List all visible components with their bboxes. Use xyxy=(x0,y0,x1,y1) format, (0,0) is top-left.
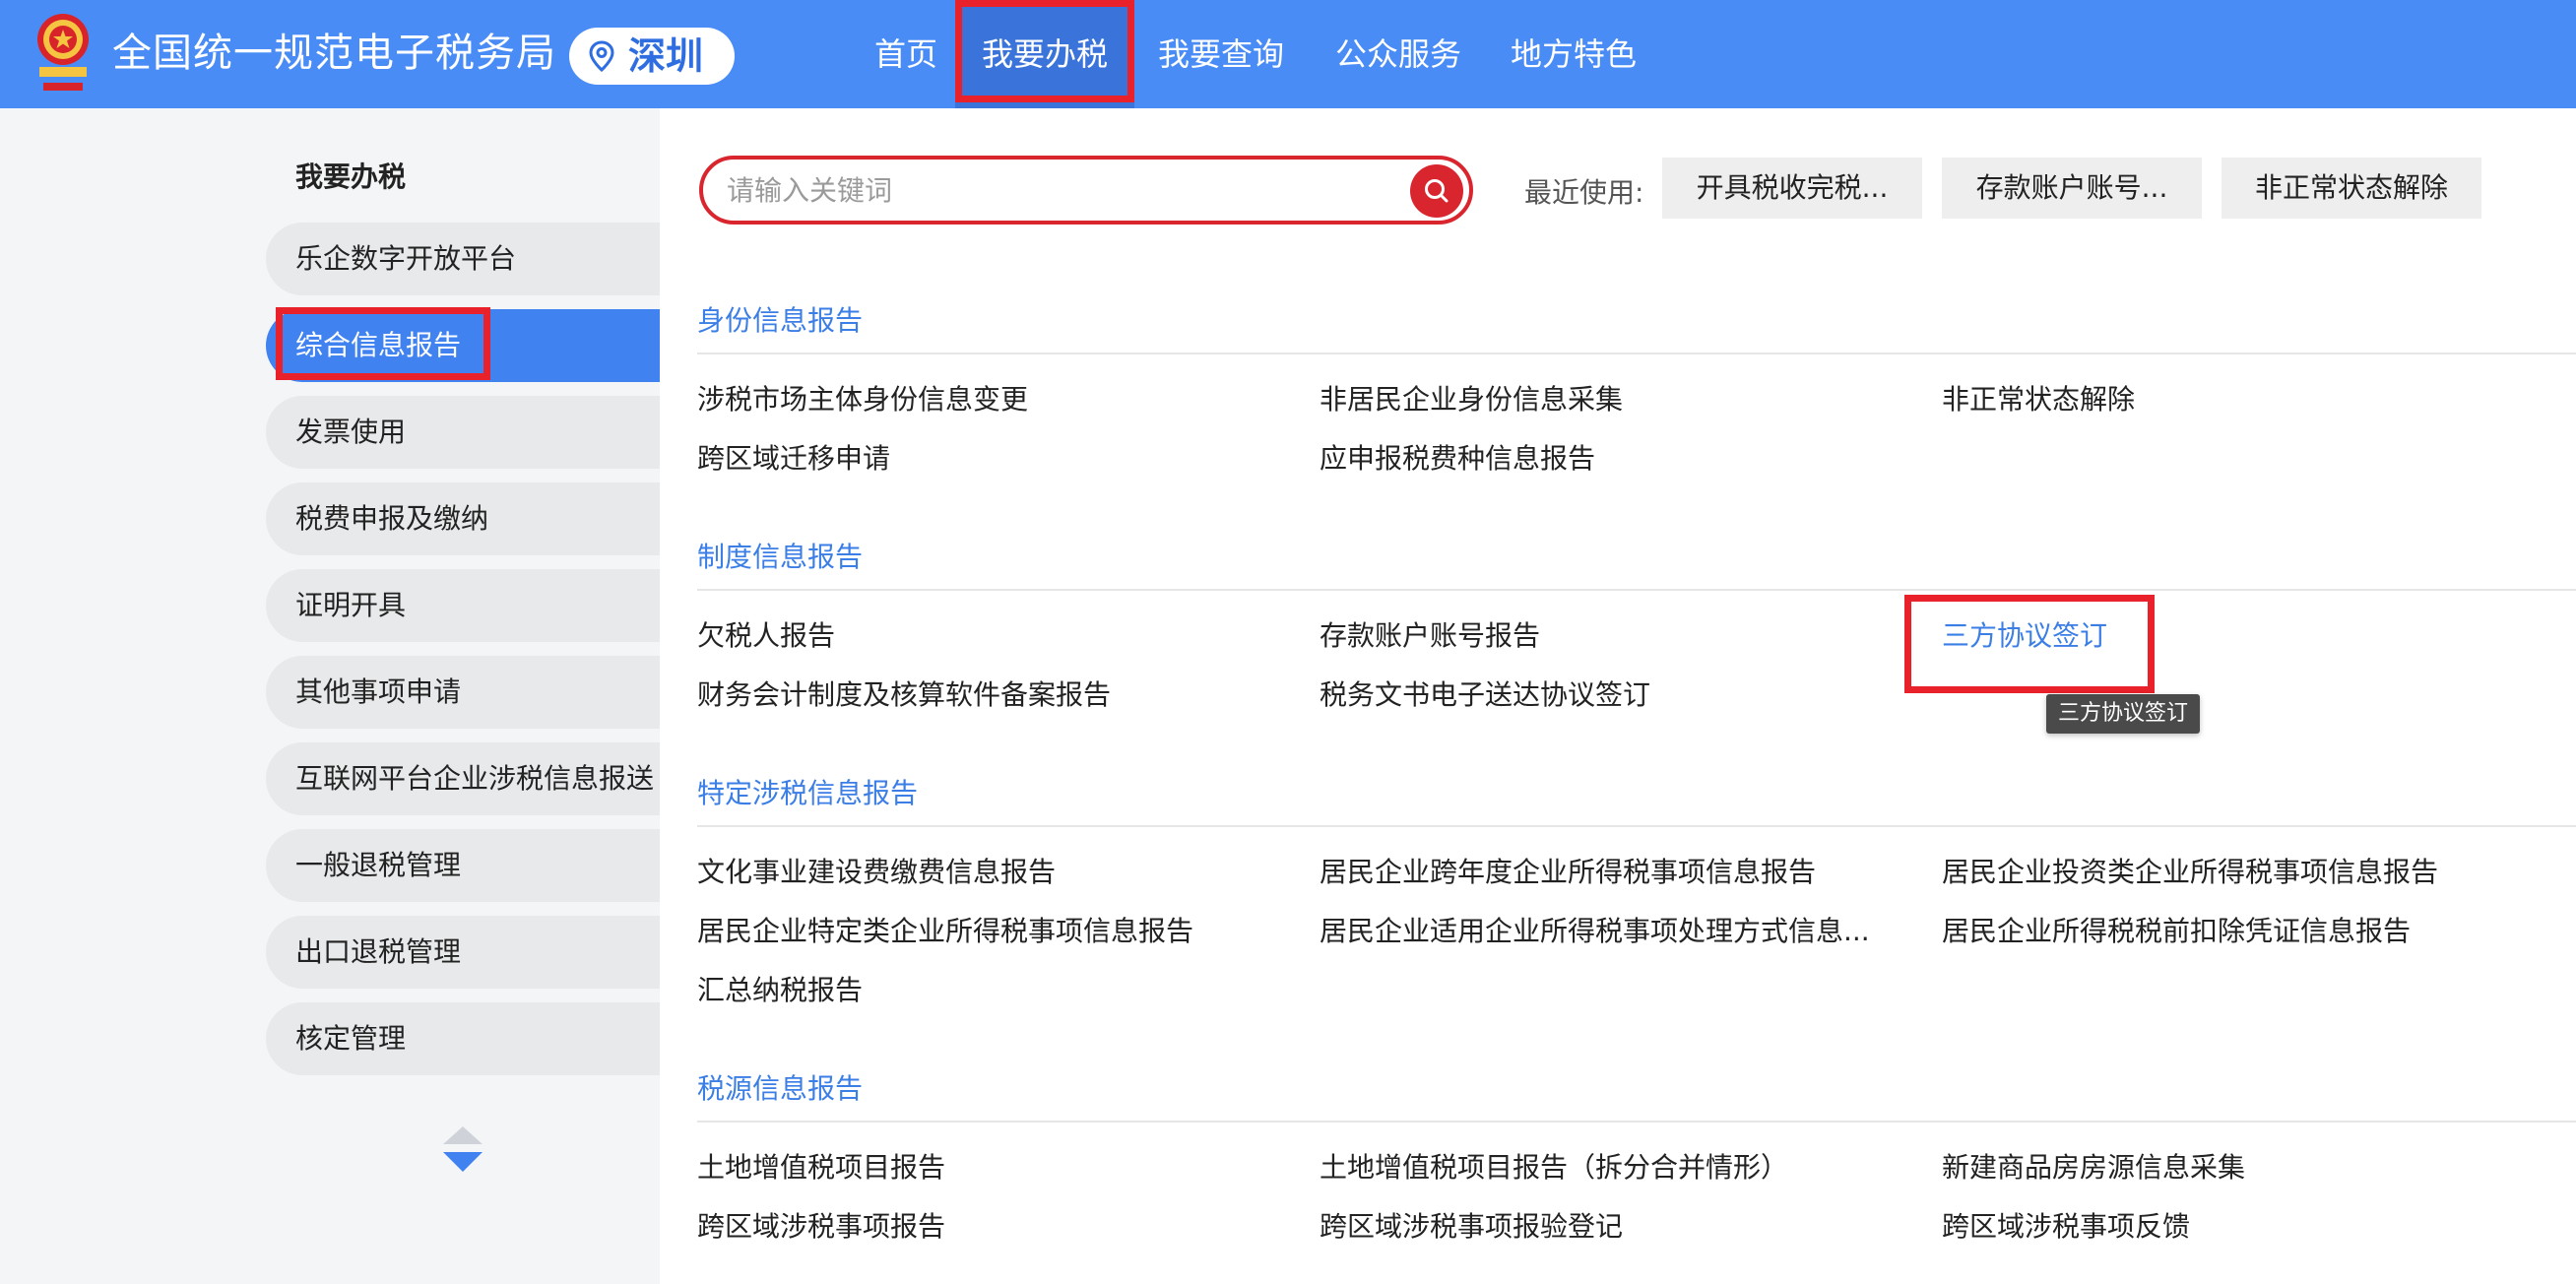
link-nonresident-identity[interactable]: 非居民企业身份信息采集 xyxy=(1320,380,1623,419)
link-cross-region-feedback[interactable]: 跨区域涉税事项反馈 xyxy=(1942,1207,2190,1247)
section-title-specific: 特定涉税信息报告 xyxy=(697,777,919,809)
link-land-vat-project[interactable]: 土地增值税项目报告 xyxy=(697,1148,945,1188)
section-divider xyxy=(697,825,2576,827)
link-cross-year-cit[interactable]: 居民企业跨年度企业所得税事项信息报告 xyxy=(1320,853,1816,892)
section-divider xyxy=(697,1121,2576,1123)
recent-label: 最近使用: xyxy=(1524,176,1644,209)
nav-query[interactable]: 我要查询 xyxy=(1148,0,1294,108)
search-icon xyxy=(1425,179,1449,203)
link-cross-region-migration[interactable]: 跨区域迁移申请 xyxy=(697,439,890,479)
recent-item-tax-certificate[interactable]: 开具税收完税... xyxy=(1662,158,1922,219)
sidebar-item-invoice-use[interactable]: 发票使用 xyxy=(266,396,660,469)
recent-item-deposit-account[interactable]: 存款账户账号... xyxy=(1942,158,2202,219)
search-bar xyxy=(699,156,1473,225)
sidebar-item-export-refund[interactable]: 出口退税管理 xyxy=(266,916,660,989)
link-new-housing-info[interactable]: 新建商品房房源信息采集 xyxy=(1942,1148,2245,1188)
nav-public-service[interactable]: 公众服务 xyxy=(1325,0,1471,108)
nav-local-feature[interactable]: 地方特色 xyxy=(1501,0,1646,108)
location-pin-icon xyxy=(589,40,614,72)
link-cross-region-registration[interactable]: 跨区域涉税事项报验登记 xyxy=(1320,1207,1623,1247)
section-title-tax-source: 税源信息报告 xyxy=(697,1072,864,1105)
search-button[interactable] xyxy=(1410,164,1463,218)
sidebar-item-general-refund[interactable]: 一般退税管理 xyxy=(266,829,660,902)
recent-item-abnormal-status[interactable]: 非正常状态解除 xyxy=(2222,158,2481,219)
city-selector[interactable]: 深圳 xyxy=(569,28,735,85)
link-tripartite-agreement[interactable]: 三方协议签订 xyxy=(1942,616,2107,656)
link-investment-cit[interactable]: 居民企业投资类企业所得税事项信息报告 xyxy=(1942,853,2438,892)
link-pre-tax-deduction[interactable]: 居民企业所得税税前扣除凭证信息报告 xyxy=(1942,912,2411,951)
link-tax-type-report[interactable]: 应申报税费种信息报告 xyxy=(1320,439,1595,479)
site-title[interactable]: 全国统一规范电子税务局 xyxy=(112,24,556,83)
sidebar-item-other-application[interactable]: 其他事项申请 xyxy=(266,656,660,729)
section-divider xyxy=(697,353,2576,354)
link-land-vat-split-merge[interactable]: 土地增值税项目报告（拆分合并情形） xyxy=(1320,1148,1788,1188)
tooltip: 三方协议签订 xyxy=(2046,694,2201,734)
sidebar-item-internet-platform[interactable]: 互联网平台企业涉税信息报送 xyxy=(266,742,660,815)
search-input[interactable] xyxy=(727,167,1377,213)
link-abnormal-status[interactable]: 非正常状态解除 xyxy=(1942,380,2135,419)
sidebar-item-leqi-platform[interactable]: 乐企数字开放平台 xyxy=(266,223,660,295)
sidebar: 我要办税 乐企数字开放平台 综合信息报告 发票使用 税费申报及缴纳 证明开具 其… xyxy=(0,108,660,1284)
link-cultural-fee-report[interactable]: 文化事业建设费缴费信息报告 xyxy=(697,853,1056,892)
sidebar-title: 我要办税 xyxy=(295,160,407,193)
sidebar-item-comprehensive-report[interactable]: 综合信息报告 xyxy=(266,309,660,382)
link-consolidated-tax[interactable]: 汇总纳税报告 xyxy=(697,971,863,1010)
top-header: 全国统一规范电子税务局 深圳 首页 我要办税 我要查询 公众服务 地方特色 xyxy=(0,0,2576,108)
main-content: 最近使用: 开具税收完税... 存款账户账号... 非正常状态解除 身份信息报告… xyxy=(660,108,2576,1284)
link-e-delivery-agreement[interactable]: 税务文书电子送达协议签订 xyxy=(1320,675,1650,715)
link-deposit-account-report[interactable]: 存款账户账号报告 xyxy=(1320,616,1540,656)
link-cit-treatment[interactable]: 居民企业适用企业所得税事项处理方式信息... xyxy=(1320,912,1870,951)
link-cross-region-report[interactable]: 跨区域涉税事项报告 xyxy=(697,1207,945,1247)
section-title-identity: 身份信息报告 xyxy=(697,304,864,337)
nav-tax-handling[interactable]: 我要办税 xyxy=(955,0,1134,108)
link-specific-cit[interactable]: 居民企业特定类企业所得税事项信息报告 xyxy=(697,912,1193,951)
sidebar-item-assessment[interactable]: 核定管理 xyxy=(266,1002,660,1075)
tax-emblem-logo xyxy=(37,14,89,91)
link-tax-debtor-report[interactable]: 欠税人报告 xyxy=(697,616,835,656)
section-divider xyxy=(697,589,2576,591)
sidebar-item-tax-declaration[interactable]: 税费申报及缴纳 xyxy=(266,482,660,555)
link-identity-change[interactable]: 涉税市场主体身份信息变更 xyxy=(697,380,1028,419)
link-accounting-system-filing[interactable]: 财务会计制度及核算软件备案报告 xyxy=(697,675,1111,715)
scroll-arrows-icon[interactable] xyxy=(441,1123,484,1178)
section-title-system: 制度信息报告 xyxy=(697,541,864,573)
city-name: 深圳 xyxy=(628,34,704,78)
sidebar-item-certificate[interactable]: 证明开具 xyxy=(266,569,660,642)
nav-home[interactable]: 首页 xyxy=(857,0,955,108)
